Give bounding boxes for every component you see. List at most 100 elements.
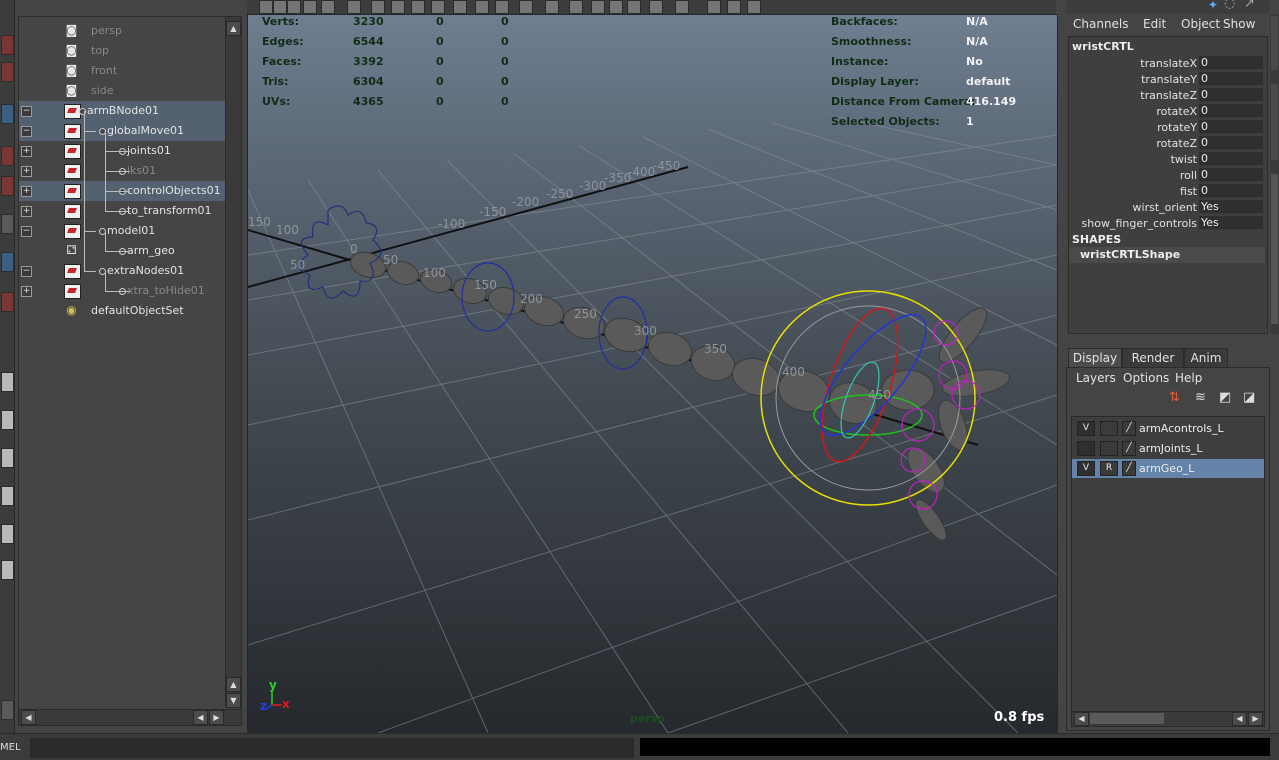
help-menu[interactable]: Help bbox=[1175, 371, 1202, 385]
layer-horizontal-scrollbar[interactable]: ◀ ◀ ▶ bbox=[1071, 711, 1265, 727]
panel-toolbar-button[interactable] bbox=[707, 0, 721, 14]
collapse-icon[interactable]: − bbox=[21, 106, 32, 117]
options-menu[interactable]: Options bbox=[1123, 371, 1169, 385]
shelf-tool-icon[interactable] bbox=[1, 252, 14, 272]
collapse-icon[interactable]: − bbox=[21, 266, 32, 277]
attribute-value-field[interactable]: 0 bbox=[1199, 184, 1263, 198]
attribute-name[interactable]: translateX bbox=[1140, 57, 1197, 70]
scroll-right-arrow-icon[interactable]: ▶ bbox=[209, 710, 224, 725]
layer-display-type-toggle[interactable] bbox=[1100, 441, 1118, 456]
shelf-tool-icon[interactable] bbox=[1, 104, 14, 124]
layer-visibility-toggle[interactable] bbox=[1077, 441, 1095, 456]
move-layer-up-icon[interactable]: ⇅ bbox=[1169, 390, 1180, 405]
layer-visibility-toggle[interactable]: V bbox=[1077, 461, 1095, 476]
panel-toolbar-button[interactable] bbox=[519, 0, 533, 14]
channels-menu[interactable]: Channels bbox=[1073, 17, 1129, 31]
move-layer-down-icon[interactable]: ≋ bbox=[1195, 390, 1206, 405]
layer-display-type-toggle[interactable]: R bbox=[1100, 461, 1118, 476]
outliner-item[interactable]: ◙ top bbox=[19, 41, 225, 61]
collapse-icon[interactable]: − bbox=[21, 126, 32, 137]
panel-toolbar-button[interactable] bbox=[495, 0, 509, 14]
shelf-tool-icon[interactable] bbox=[1, 560, 14, 580]
shelf-tool-icon[interactable] bbox=[1, 524, 14, 544]
attribute-name[interactable]: twist bbox=[1171, 153, 1197, 166]
outliner-item[interactable]: − armBNode01 bbox=[19, 101, 225, 121]
panel-toolbar-button[interactable] bbox=[273, 0, 287, 14]
new-layer-icon[interactable]: ◩ bbox=[1219, 390, 1231, 405]
tab-display[interactable]: Display bbox=[1068, 348, 1122, 368]
shelf-tool-icon[interactable] bbox=[1, 410, 14, 430]
scroll-right-arrow-icon[interactable]: ▶ bbox=[1248, 712, 1263, 726]
new-layer-selected-icon[interactable]: ◪ bbox=[1243, 390, 1255, 405]
panel-toolbar-button[interactable] bbox=[569, 0, 583, 14]
expand-icon[interactable]: + bbox=[21, 206, 32, 217]
panel-toolbar-button[interactable] bbox=[411, 0, 425, 14]
panel-toolbar-button[interactable] bbox=[609, 0, 623, 14]
layer-color-swatch-icon[interactable]: ╱ bbox=[1122, 441, 1136, 456]
attribute-value-field[interactable]: 0 bbox=[1199, 120, 1263, 134]
layer-row[interactable]: V R ╱ armGeo_L bbox=[1072, 459, 1264, 478]
panel-toolbar-button[interactable] bbox=[303, 0, 317, 14]
panel-toolbar-button[interactable] bbox=[649, 0, 663, 14]
expand-icon[interactable]: + bbox=[21, 146, 32, 157]
edit-menu[interactable]: Edit bbox=[1143, 17, 1166, 31]
layers-menu[interactable]: Layers bbox=[1076, 371, 1116, 385]
attribute-value-field[interactable]: 0 bbox=[1199, 72, 1263, 86]
outliner-horizontal-scrollbar[interactable]: ◀ ◀ ▶ bbox=[18, 709, 242, 726]
shelf-tool-icon[interactable] bbox=[1, 448, 14, 468]
panel-toolbar-button[interactable] bbox=[431, 0, 445, 14]
outliner-item[interactable]: ◙ front bbox=[19, 61, 225, 81]
panel-splitter[interactable] bbox=[1066, 335, 1268, 345]
channel-box-layer-editor-tab[interactable] bbox=[1271, 174, 1278, 324]
panel-toolbar-button[interactable] bbox=[321, 0, 335, 14]
scroll-left-arrow-icon[interactable]: ◀ bbox=[1074, 712, 1089, 726]
shelf-tool-icon[interactable] bbox=[1, 292, 14, 312]
panel-toolbar-button[interactable] bbox=[371, 0, 385, 14]
attribute-name[interactable]: rotateZ bbox=[1156, 137, 1197, 150]
tab-render[interactable]: Render bbox=[1122, 348, 1184, 368]
layer-visibility-toggle[interactable]: V bbox=[1077, 421, 1095, 436]
scroll-left-arrow-icon[interactable]: ◀ bbox=[1232, 712, 1247, 726]
scroll-down-arrow-icon[interactable]: ▼ bbox=[226, 693, 241, 708]
layer-row[interactable]: V ╱ armAcontrols_L bbox=[1072, 419, 1264, 438]
shelf-tool-icon[interactable] bbox=[1, 146, 14, 166]
attribute-value-field[interactable]: Yes bbox=[1199, 200, 1263, 214]
shelf-tool-icon[interactable] bbox=[1, 62, 14, 82]
attribute-name[interactable]: wirst_orient bbox=[1133, 201, 1197, 214]
panel-toolbar-button[interactable] bbox=[453, 0, 467, 14]
shelf-tool-icon[interactable] bbox=[1, 176, 14, 196]
panel-toolbar-button[interactable] bbox=[391, 0, 405, 14]
outliner-item[interactable]: ◙ side bbox=[19, 81, 225, 101]
attribute-value-field[interactable]: 0 bbox=[1199, 152, 1263, 166]
expand-icon[interactable]: + bbox=[21, 166, 32, 177]
layer-color-swatch-icon[interactable]: ╱ bbox=[1122, 421, 1136, 436]
expand-icon[interactable]: + bbox=[21, 286, 32, 297]
attribute-name[interactable]: fist bbox=[1180, 185, 1197, 198]
outliner-item[interactable]: ◙ persp bbox=[19, 21, 225, 41]
panel-toolbar-button[interactable] bbox=[347, 0, 361, 14]
scrollbar-thumb[interactable] bbox=[1090, 713, 1164, 724]
attribute-name[interactable]: translateY bbox=[1141, 73, 1197, 86]
panel-toolbar-button[interactable] bbox=[259, 0, 273, 14]
panel-toolbar-button[interactable] bbox=[475, 0, 489, 14]
shelf-tool-icon[interactable] bbox=[1, 486, 14, 506]
panel-toolbar-button[interactable] bbox=[675, 0, 689, 14]
attribute-name[interactable]: translateZ bbox=[1140, 89, 1197, 102]
outliner-item[interactable]: ◉ defaultObjectSet bbox=[19, 301, 225, 321]
attribute-value-field[interactable]: Yes bbox=[1199, 216, 1263, 230]
channelbox-pin-icon[interactable]: ✦ bbox=[1208, 0, 1218, 12]
scroll-left-arrow-icon[interactable]: ◀ bbox=[21, 710, 36, 725]
channelbox-refresh-icon[interactable]: ◌ bbox=[1224, 0, 1235, 11]
panel-toolbar-button[interactable] bbox=[627, 0, 641, 14]
scroll-up-arrow-icon[interactable]: ▲ bbox=[226, 677, 241, 692]
layer-row[interactable]: ╱ armJoints_L bbox=[1072, 439, 1264, 458]
shelf-tool-icon[interactable] bbox=[1, 35, 14, 55]
collapse-icon[interactable]: − bbox=[21, 226, 32, 237]
attribute-value-field[interactable]: 0 bbox=[1199, 88, 1263, 102]
panel-toolbar-button[interactable] bbox=[591, 0, 605, 14]
mel-command-input[interactable] bbox=[30, 738, 634, 758]
layer-display-type-toggle[interactable] bbox=[1100, 421, 1118, 436]
tab-anim[interactable]: Anim bbox=[1184, 348, 1228, 368]
panel-toolbar-button[interactable] bbox=[727, 0, 741, 14]
tool-settings-tab[interactable] bbox=[1271, 84, 1278, 160]
